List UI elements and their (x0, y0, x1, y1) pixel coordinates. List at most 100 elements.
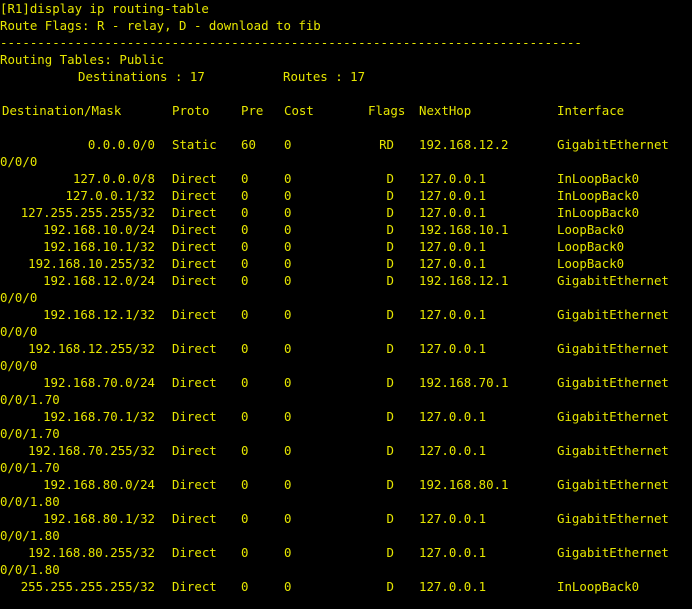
header-nexthop: NextHop (419, 103, 472, 118)
route-proto: Direct (172, 205, 217, 220)
route-pre: 0 (241, 511, 249, 526)
route-pre: 0 (241, 443, 249, 458)
route-destination: 192.168.70.0/24 (43, 375, 155, 390)
route-interface-continuation: 0/0/0 (0, 358, 38, 373)
route-nexthop: 192.168.12.1 (419, 273, 509, 288)
route-flags: D (386, 477, 394, 492)
route-interface-continuation: 0/0/1.70 (0, 426, 60, 441)
route-interface-continuation: 0/0/1.80 (0, 494, 60, 509)
terminal-window[interactable]: [R1]display ip routing-table Route Flags… (0, 0, 692, 609)
route-interface: GigabitEthernet (557, 375, 669, 390)
route-nexthop: 127.0.0.1 (419, 545, 487, 560)
route-nexthop: 127.0.0.1 (419, 307, 487, 322)
route-interface: InLoopBack0 (557, 188, 640, 203)
route-pre: 0 (241, 579, 249, 594)
route-destination: 0.0.0.0/0 (87, 137, 155, 152)
route-interface-continuation: 0/0/1.80 (0, 562, 60, 577)
route-pre: 0 (241, 477, 249, 492)
route-destination: 127.0.0.0/8 (72, 171, 155, 186)
route-interface-continuation: 0/0/0 (0, 154, 38, 169)
route-interface: GigabitEthernet (557, 545, 669, 560)
header-pre: Pre (241, 103, 264, 118)
route-interface: GigabitEthernet (557, 477, 669, 492)
route-proto: Direct (172, 188, 217, 203)
route-interface: GigabitEthernet (557, 511, 669, 526)
route-flags: D (386, 443, 394, 458)
route-destination: 192.168.12.1/32 (43, 307, 155, 322)
route-pre: 0 (241, 409, 249, 424)
route-pre: 0 (241, 256, 249, 271)
route-flags: RD (379, 137, 394, 152)
header-proto: Proto (172, 103, 210, 118)
route-flags-legend: Route Flags: R - relay, D - download to … (0, 18, 321, 33)
route-flags: D (386, 307, 394, 322)
route-cost: 0 (284, 222, 292, 237)
route-pre: 0 (241, 341, 249, 356)
route-interface-continuation: 0/0/1.70 (0, 460, 60, 475)
route-interface-continuation: 0/0/1.70 (0, 392, 60, 407)
route-proto: Direct (172, 409, 217, 424)
route-cost: 0 (284, 188, 292, 203)
summary-line: Destinations : 17 Routes : 17 (0, 68, 365, 85)
route-destination: 192.168.12.0/24 (43, 273, 155, 288)
route-destination: 127.0.0.1/32 (65, 188, 155, 203)
route-proto: Direct (172, 443, 217, 458)
route-flags: D (386, 188, 394, 203)
route-proto: Direct (172, 273, 217, 288)
route-proto: Direct (172, 222, 217, 237)
table-header: Destination/Mask Proto Pre Cost Flags Ne… (0, 102, 624, 119)
route-cost: 0 (284, 409, 292, 424)
route-interface: GigabitEthernet (557, 137, 669, 152)
separator-line: ----------------------------------------… (0, 35, 582, 50)
route-pre: 0 (241, 375, 249, 390)
route-pre: 0 (241, 205, 249, 220)
route-pre: 60 (241, 137, 256, 152)
route-proto: Direct (172, 171, 217, 186)
route-flags: D (386, 256, 394, 271)
route-pre: 0 (241, 222, 249, 237)
route-flags: D (386, 375, 394, 390)
route-interface: InLoopBack0 (557, 205, 640, 220)
route-proto: Direct (172, 256, 217, 271)
route-destination: 192.168.70.1/32 (43, 409, 155, 424)
route-flags: D (386, 239, 394, 254)
route-nexthop: 127.0.0.1 (419, 205, 487, 220)
route-flags: D (386, 545, 394, 560)
route-interface: GigabitEthernet (557, 307, 669, 322)
route-cost: 0 (284, 205, 292, 220)
route-nexthop: 127.0.0.1 (419, 579, 487, 594)
route-proto: Direct (172, 375, 217, 390)
route-interface-continuation: 0/0/0 (0, 290, 38, 305)
header-cost: Cost (284, 103, 314, 118)
route-destination: 192.168.12.255/32 (28, 341, 155, 356)
route-cost: 0 (284, 579, 292, 594)
route-flags: D (386, 409, 394, 424)
header-destination: Destination/Mask (2, 103, 122, 118)
route-interface: GigabitEthernet (557, 341, 669, 356)
route-pre: 0 (241, 273, 249, 288)
route-nexthop: 127.0.0.1 (419, 171, 487, 186)
route-nexthop: 127.0.0.1 (419, 239, 487, 254)
route-nexthop: 127.0.0.1 (419, 341, 487, 356)
route-cost: 0 (284, 171, 292, 186)
route-cost: 0 (284, 375, 292, 390)
routes-count: Routes : 17 (283, 69, 366, 84)
route-destination: 192.168.80.1/32 (43, 511, 155, 526)
route-destination: 192.168.10.1/32 (43, 239, 155, 254)
route-cost: 0 (284, 273, 292, 288)
route-destination: 255.255.255.255/32 (20, 579, 155, 594)
route-pre: 0 (241, 545, 249, 560)
route-destination: 192.168.70.255/32 (28, 443, 155, 458)
destinations-count: Destinations : 17 (78, 69, 205, 84)
route-proto: Direct (172, 545, 217, 560)
routing-tables-label: Routing Tables: Public (0, 52, 165, 67)
route-pre: 0 (241, 188, 249, 203)
route-cost: 0 (284, 477, 292, 492)
route-cost: 0 (284, 511, 292, 526)
route-destination: 127.255.255.255/32 (20, 205, 155, 220)
route-cost: 0 (284, 545, 292, 560)
route-destination: 192.168.10.255/32 (28, 256, 155, 271)
route-flags: D (386, 511, 394, 526)
route-nexthop: 192.168.70.1 (419, 375, 509, 390)
route-interface: InLoopBack0 (557, 579, 640, 594)
